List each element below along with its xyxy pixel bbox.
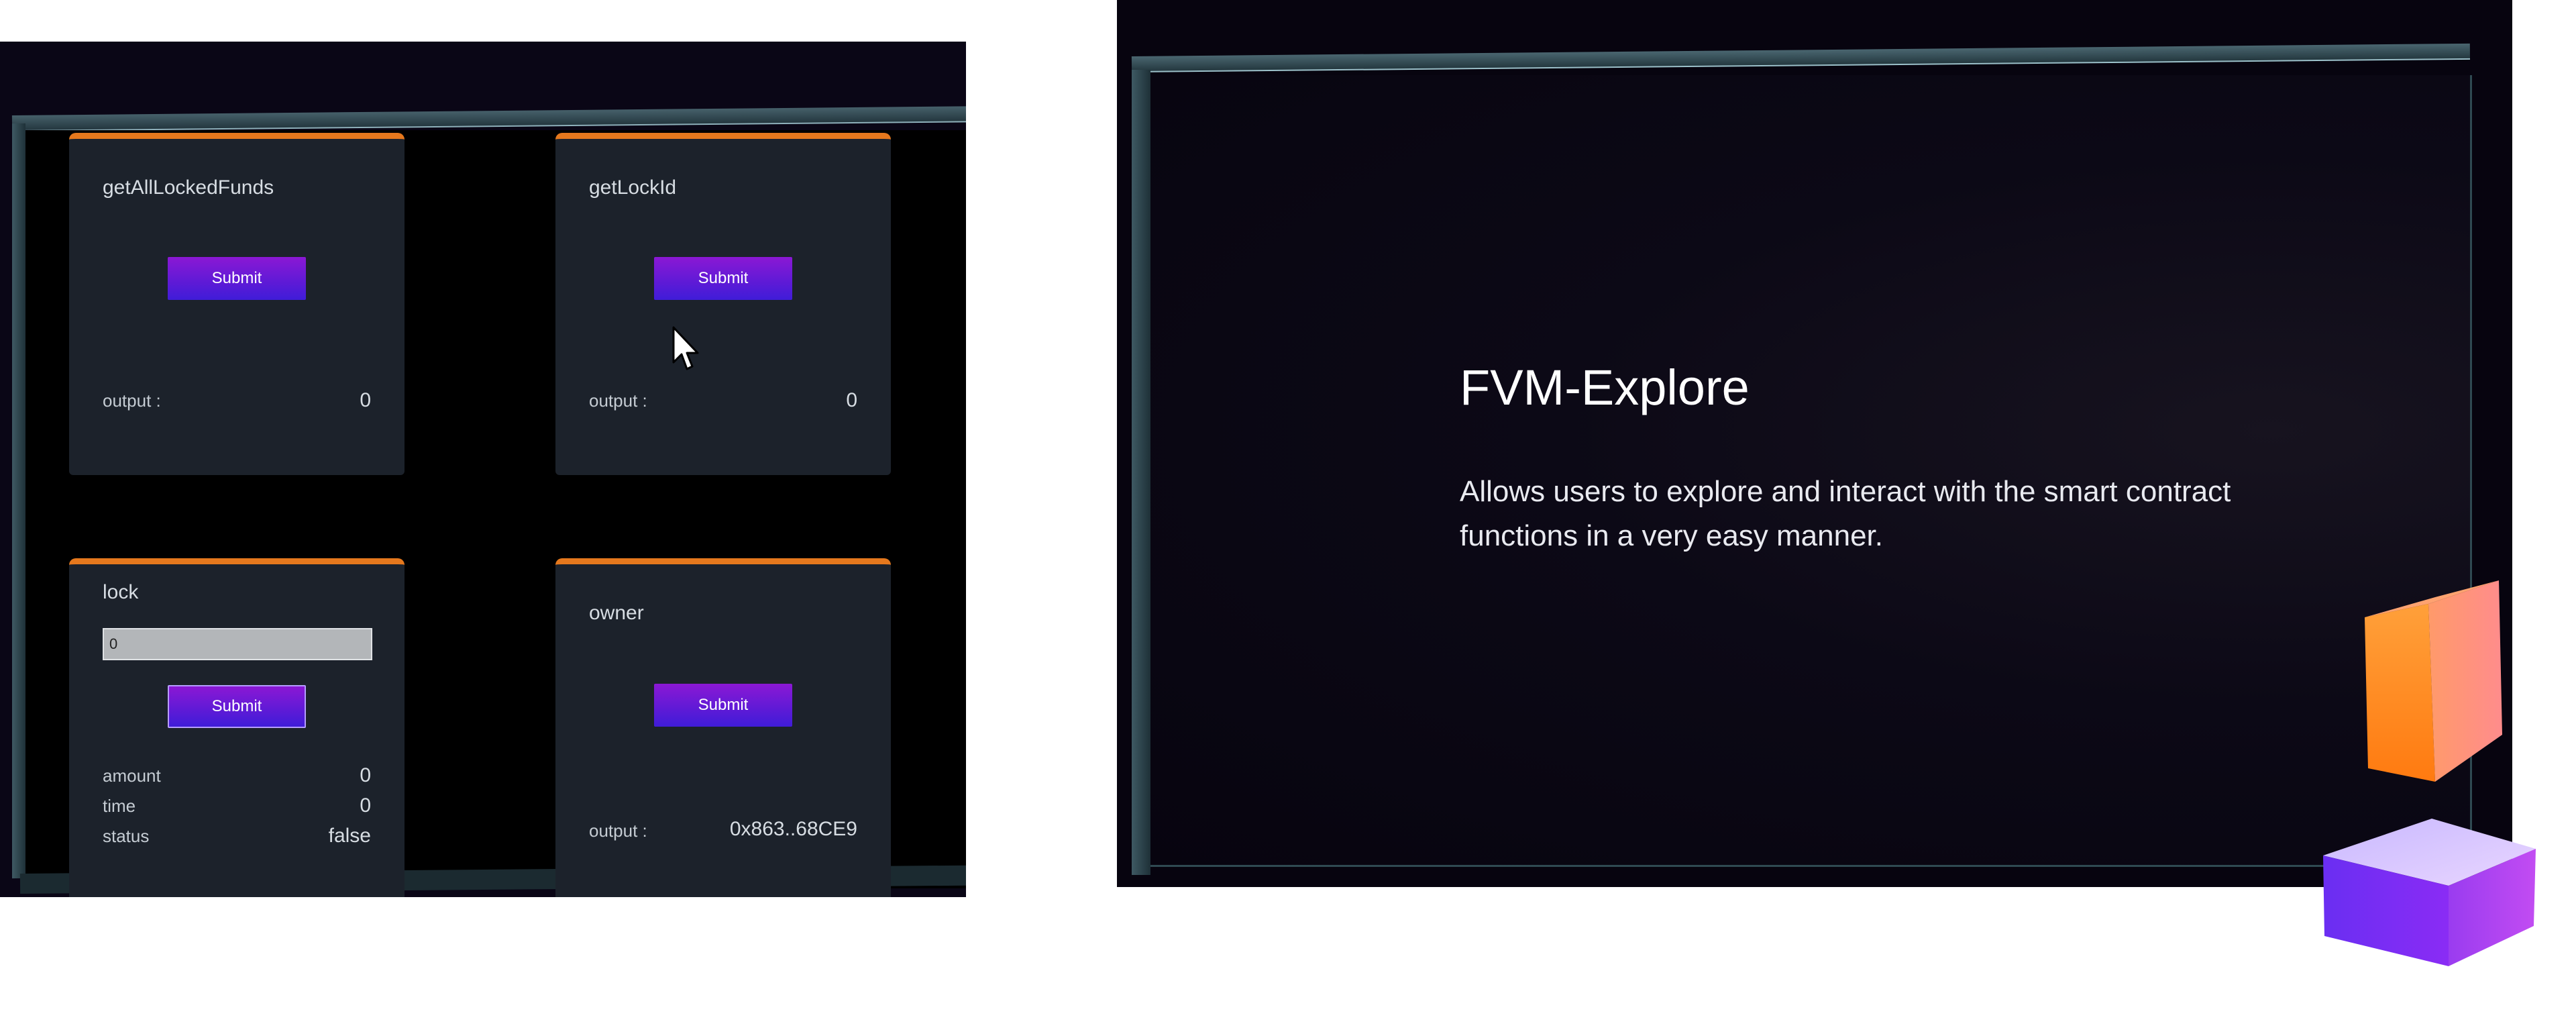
monitor-side-edge	[12, 123, 25, 879]
mouse-pointer-icon	[672, 326, 699, 370]
output-value: 0x863..68CE9	[729, 818, 857, 840]
function-card-getlockid: getLockId Submit output : 0	[555, 133, 891, 475]
function-card-owner: owner Submit output : 0x863..68CE9	[555, 558, 891, 897]
card-title: getAllLockedFunds	[103, 176, 274, 199]
card-title: getLockId	[589, 176, 677, 199]
hero-description: Allows users to explore and interact wit…	[1460, 475, 2231, 552]
right-hero-panel	[1117, 0, 2512, 887]
left-screenshot-panel: getAllLockedFunds Submit output : 0 getL…	[0, 42, 966, 897]
time-label: time	[103, 796, 136, 816]
orange-cube-icon	[2365, 580, 2502, 782]
submit-button[interactable]: Submit	[654, 684, 792, 727]
output-label: output :	[103, 391, 161, 411]
card-title: lock	[103, 581, 139, 603]
function-card-getalllockedfunds: getAllLockedFunds Submit output : 0	[69, 133, 405, 475]
monitor-side-edge	[1132, 70, 1150, 875]
amount-value: 0	[360, 764, 371, 786]
output-label: output :	[589, 821, 647, 841]
lock-input[interactable]	[103, 628, 372, 660]
output-label: output :	[589, 391, 647, 411]
hero-title: FVM-Explore	[1460, 360, 1750, 415]
output-value: 0	[360, 389, 371, 411]
amount-label: amount	[103, 766, 161, 786]
card-title: owner	[589, 602, 644, 624]
submit-button[interactable]: Submit	[654, 257, 792, 300]
monitor-top-edge	[1131, 43, 2471, 72]
status-label: status	[103, 826, 150, 846]
status-value: false	[328, 825, 371, 847]
function-card-lock: lock Submit amount 0 time 0 status false	[69, 558, 405, 897]
submit-button[interactable]: Submit	[168, 685, 306, 728]
monitor-top-edge	[11, 106, 966, 132]
time-value: 0	[360, 794, 371, 817]
submit-button[interactable]: Submit	[168, 257, 306, 300]
output-value: 0	[846, 389, 857, 411]
purple-cube-icon	[2323, 819, 2536, 966]
